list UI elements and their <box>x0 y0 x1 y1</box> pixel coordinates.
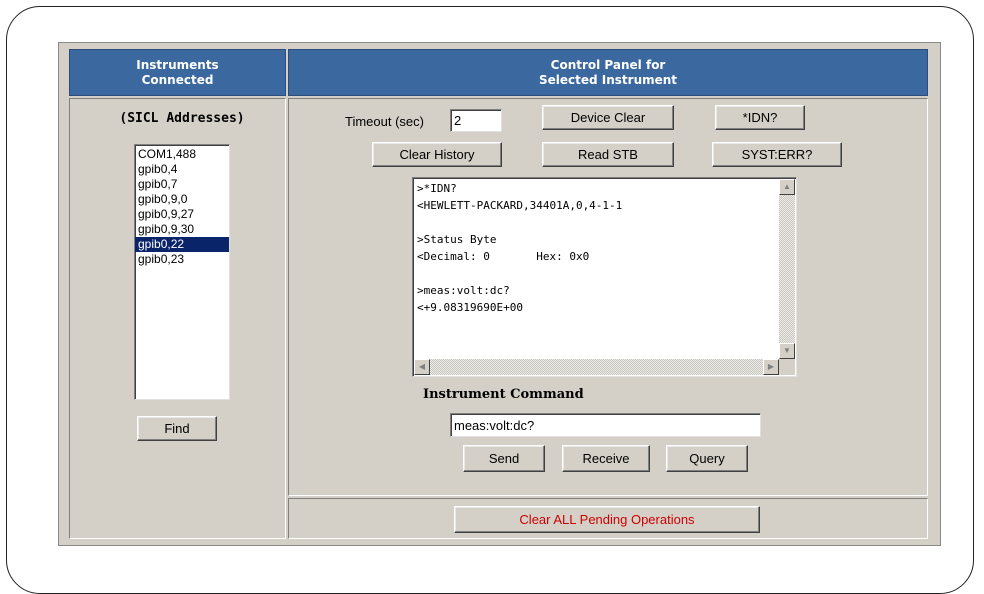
clear-all-pending-operations-button[interactable]: Clear ALL Pending Operations <box>454 506 760 533</box>
sicl-addresses-label: (SICL Addresses) <box>119 111 245 126</box>
scroll-right-arrow-icon[interactable]: ▶ <box>763 359 779 375</box>
address-list-item[interactable]: COM1,488 <box>135 147 229 162</box>
header-instruments-connected: Instruments Connected <box>69 49 286 96</box>
header-right-line1: Control Panel for <box>550 57 666 72</box>
address-list-item[interactable]: gpib0,7 <box>135 177 229 192</box>
header-control-panel: Control Panel for Selected Instrument <box>288 49 928 96</box>
history-text: >*IDN? <HEWLETT-PACKARD,34401A,0,4-1-1 >St… <box>417 180 777 360</box>
timeout-label: Timeout (sec) <box>345 114 424 129</box>
history-line: <Decimal: 0 Hex: 0x0 <box>417 250 590 263</box>
receive-button[interactable]: Receive <box>562 445 650 472</box>
address-list-item[interactable]: gpib0,9,27 <box>135 207 229 222</box>
history-line: >Status Byte <box>417 233 497 246</box>
syst-err-button[interactable]: SYST:ERR? <box>712 142 842 167</box>
device-clear-button[interactable]: Device Clear <box>542 105 674 130</box>
scroll-up-arrow-icon[interactable]: ▲ <box>779 179 795 195</box>
instrument-command-input[interactable] <box>450 413 761 437</box>
instrument-command-label: Instrument Command <box>423 387 584 402</box>
history-line: >*IDN? <box>417 182 457 195</box>
history-vertical-scrollbar[interactable]: ▲ ▼ <box>779 179 795 359</box>
clear-history-button[interactable]: Clear History <box>372 142 502 167</box>
address-listbox[interactable]: COM1,488 gpib0,4 gpib0,7 gpib0,9,0 gpib0,9,2… <box>134 144 230 400</box>
history-line: <HEWLETT-PACKARD,34401A,0,4-1-1 <box>417 199 623 212</box>
address-list-item[interactable]: gpib0,22 <box>135 237 229 252</box>
scroll-left-arrow-icon[interactable]: ◀ <box>414 359 430 375</box>
find-button[interactable]: Find <box>137 416 217 441</box>
history-line: >meas:volt:dc? <box>417 284 510 297</box>
read-stb-button[interactable]: Read STB <box>542 142 674 167</box>
address-list-item[interactable]: gpib0,23 <box>135 252 229 267</box>
address-list-item[interactable]: gpib0,9,0 <box>135 192 229 207</box>
send-button[interactable]: Send <box>463 445 545 472</box>
address-list-item[interactable]: gpib0,9,30 <box>135 222 229 237</box>
header-right-line2: Selected Instrument <box>538 72 678 87</box>
history-line: <+9.08319690E+00 <box>417 301 523 314</box>
header-left-line1: Instruments <box>136 57 219 72</box>
history-line <box>417 214 777 231</box>
timeout-input[interactable] <box>450 109 502 132</box>
history-textarea[interactable]: >*IDN? <HEWLETT-PACKARD,34401A,0,4-1-1 >St… <box>412 177 797 377</box>
idn-button[interactable]: *IDN? <box>715 105 805 130</box>
history-line <box>417 265 777 282</box>
query-button[interactable]: Query <box>666 445 748 472</box>
address-list-item[interactable]: gpib0,4 <box>135 162 229 177</box>
scrollbar-corner <box>779 359 795 375</box>
history-horizontal-scrollbar[interactable]: ◀ ▶ <box>414 359 779 375</box>
scroll-down-arrow-icon[interactable]: ▼ <box>779 343 795 359</box>
header-left-line2: Connected <box>141 72 214 87</box>
